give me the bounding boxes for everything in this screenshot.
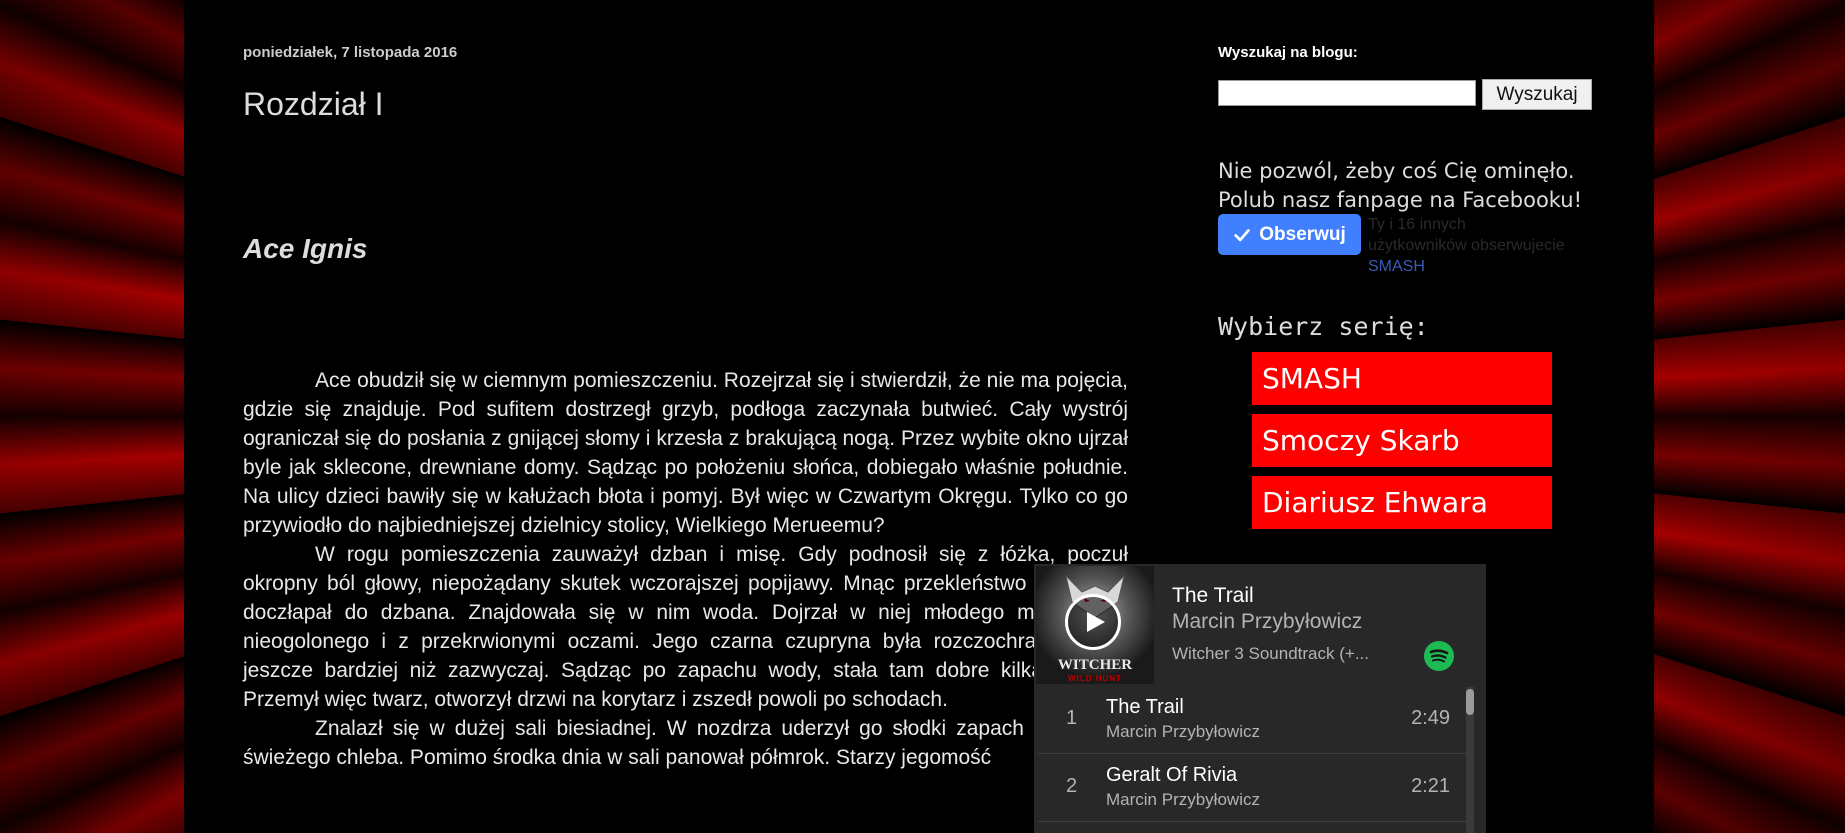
search-input[interactable]	[1218, 80, 1476, 106]
follow-button[interactable]: Obserwuj	[1218, 214, 1361, 255]
track-number: 1	[1066, 707, 1078, 729]
spotify-player: WITCHER WILD HUNT The Trail Marcin Przyb…	[1034, 564, 1486, 833]
checkmark-icon	[1234, 228, 1250, 241]
track-row[interactable]: 1 The Trail Marcin Przybyłowicz 2:49	[1038, 686, 1466, 754]
search-label: Wyszukaj na blogu:	[1218, 44, 1358, 61]
post-subtitle: Ace Ignis	[243, 233, 368, 264]
track-duration: 2:21	[1411, 775, 1450, 797]
follow-info: Ty i 16 innych użytkowników obserwujecie…	[1368, 214, 1568, 277]
post-paragraph: Ace obudził się w ciemnym pomieszczeniu.…	[243, 369, 1128, 537]
series-button-smoczy-skarb[interactable]: Smoczy Skarb	[1252, 414, 1552, 467]
track-list-scrollbar[interactable]	[1466, 687, 1474, 833]
now-playing-album[interactable]: Witcher 3 Soundtrack (+...	[1172, 644, 1369, 664]
follow-count-text: Ty i 16 innych użytkowników obserwujecie	[1368, 216, 1565, 254]
scrollbar-thumb[interactable]	[1466, 689, 1474, 715]
cover-subtitle: WILD HUNT	[1068, 674, 1122, 683]
cover-title: WITCHER	[1057, 657, 1133, 673]
follow-button-label: Obserwuj	[1259, 223, 1346, 245]
spotify-logo-icon[interactable]	[1424, 641, 1454, 671]
post-title[interactable]: Rozdział I	[243, 86, 384, 123]
fanpage-line: Polub nasz fanpage na Facebooku!	[1218, 188, 1583, 212]
search-button[interactable]: Wyszukaj	[1482, 79, 1592, 110]
track-name: Geralt Of Rivia	[1106, 764, 1238, 786]
follow-page-link[interactable]: SMASH	[1368, 258, 1425, 275]
album-cover: WITCHER WILD HUNT	[1036, 566, 1154, 684]
play-button[interactable]	[1065, 594, 1121, 650]
track-name: The Trail	[1106, 696, 1184, 718]
post-body: Ace obudził się w ciemnym pomieszczeniu.…	[243, 366, 1128, 772]
series-heading: Wybierz serię:	[1218, 312, 1429, 341]
track-row[interactable]: 2 Geralt Of Rivia Marcin Przybyłowicz 2:…	[1038, 754, 1466, 822]
post-paragraph: Znalazł się w dużej sali biesiadnej. W n…	[243, 717, 1128, 769]
series-button-smash[interactable]: SMASH	[1252, 352, 1552, 405]
post-date: poniedziałek, 7 listopada 2016	[243, 44, 458, 61]
series-button-diariusz-ehwara[interactable]: Diariusz Ehwara	[1252, 476, 1552, 529]
track-artist: Marcin Przybyłowicz	[1106, 790, 1260, 809]
fanpage-line: Nie pozwól, żeby coś Cię ominęło.	[1218, 159, 1575, 183]
now-playing-artist[interactable]: Marcin Przybyłowicz	[1172, 610, 1362, 634]
fanpage-promo: Nie pozwól, żeby coś Cię ominęło. Polub …	[1218, 157, 1638, 215]
post-paragraph: W rogu pomieszczenia zauważył dzban i mi…	[243, 543, 1128, 711]
track-number: 2	[1066, 775, 1078, 797]
track-artist: Marcin Przybyłowicz	[1106, 722, 1260, 741]
track-duration: 2:49	[1411, 707, 1450, 729]
track-list: 1 The Trail Marcin Przybyłowicz 2:49 2 G…	[1034, 686, 1470, 822]
play-icon	[1087, 612, 1105, 632]
now-playing-title[interactable]: The Trail	[1172, 584, 1254, 608]
